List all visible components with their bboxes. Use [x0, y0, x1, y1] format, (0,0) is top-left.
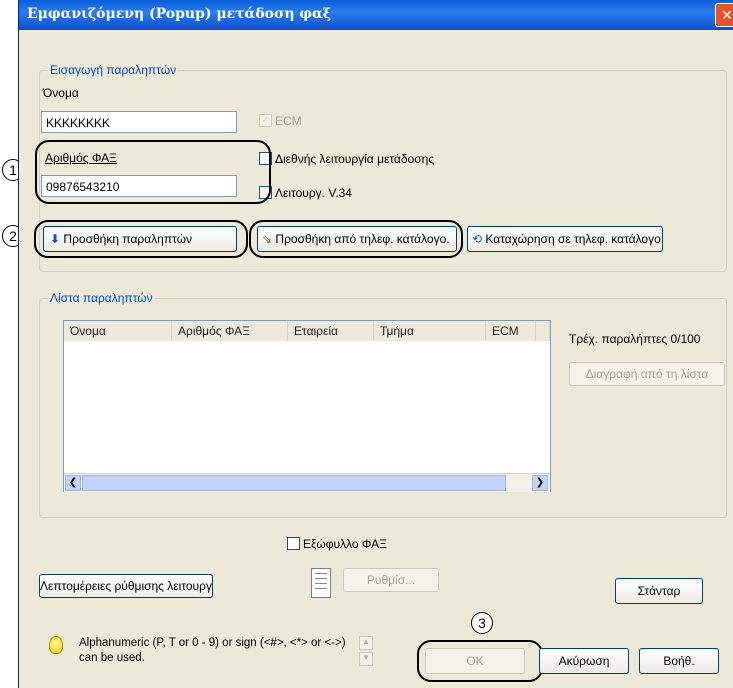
recipient-list-table[interactable]: Όνομα Αριθμός ΦΑΞ Εταιρεία Τμήμα ECM ❮ ❯: [63, 320, 551, 492]
callout-number-3: 3: [471, 612, 493, 634]
column-header-ecm[interactable]: ECM: [486, 321, 536, 341]
window-title: Εμφανιζόμενη (Popup) μετάδοση φαξ: [27, 6, 332, 22]
default-button[interactable]: Στάνταρ: [615, 578, 703, 604]
delete-from-list-button[interactable]: Διαγραφή από τη λίστα: [569, 362, 725, 386]
hint-text: Alphanumeric (P, T or 0 - 9) or sign (<#…: [79, 637, 346, 664]
close-icon[interactable]: ✕: [715, 3, 733, 27]
column-header-fax[interactable]: Αριθμός ΦΑΞ: [172, 321, 288, 341]
recipient-input-group-label: Εισαγωγή παραληπτών: [48, 63, 179, 77]
horizontal-scrollbar[interactable]: ❮ ❯: [64, 473, 550, 492]
cover-page-label: Εξώφυλλο ΦΑΞ: [303, 537, 387, 551]
scroll-left-button[interactable]: ❮: [65, 475, 81, 491]
dialog-window: Εμφανιζόμενη (Popup) μετάδοση φαξ ✕ Εισα…: [18, 0, 733, 688]
cover-page-checkbox[interactable]: [287, 537, 300, 550]
settings-button[interactable]: Ρυθμίσ...: [343, 568, 439, 592]
register-phonebook-label: Καταχώρηση σε τηλεφ. κατάλογο: [485, 232, 661, 246]
v34-mode-label: Λειτουργ. V.34: [275, 186, 352, 200]
title-bar[interactable]: Εμφανιζόμενη (Popup) μετάδοση φαξ ✕: [19, 0, 733, 30]
name-field[interactable]: KKKKKKKK: [41, 111, 237, 133]
current-recipients-count: Τρέχ. παραλήπτες 0/100: [569, 332, 701, 346]
ecm-label: ECM: [275, 114, 302, 128]
cover-page-icon: [311, 568, 331, 598]
scrollbar-thumb[interactable]: [82, 475, 506, 491]
register-phonebook-button[interactable]: ⟲ Καταχώρηση σε τηλεφ. κατάλογο: [467, 226, 663, 252]
cancel-button[interactable]: Ακύρωση: [539, 648, 629, 674]
hint-scroll-down[interactable]: ▼: [359, 652, 373, 666]
lightbulb-icon: [49, 636, 63, 654]
ecm-checkbox[interactable]: ✓: [259, 114, 272, 127]
help-button[interactable]: Βοήθ.: [639, 648, 719, 674]
international-mode-label: Διεθνής λειτουργία μετάδοσης: [275, 152, 435, 166]
scroll-right-button[interactable]: ❯: [532, 475, 548, 491]
column-header-company[interactable]: Εταιρεία: [288, 321, 374, 341]
callout-box-1: [35, 140, 271, 204]
callout-box-2b: [249, 220, 463, 258]
recipient-list-group-label: Λίστα παραληπτών: [48, 291, 155, 305]
name-label: Όνομα: [43, 86, 79, 100]
callout-box-3: [417, 640, 543, 682]
phonebook-register-icon: ⟲: [472, 232, 483, 246]
callout-box-2a: [34, 220, 248, 258]
hint-scroll-up[interactable]: ▲: [359, 636, 373, 650]
column-header-name[interactable]: Όνομα: [64, 321, 172, 341]
column-header-more[interactable]: [536, 321, 550, 341]
column-header-department[interactable]: Τμήμα: [374, 321, 486, 341]
detailed-settings-button[interactable]: Λεπτομέρειες ρύθμισης λειτουργίας: [39, 574, 213, 598]
